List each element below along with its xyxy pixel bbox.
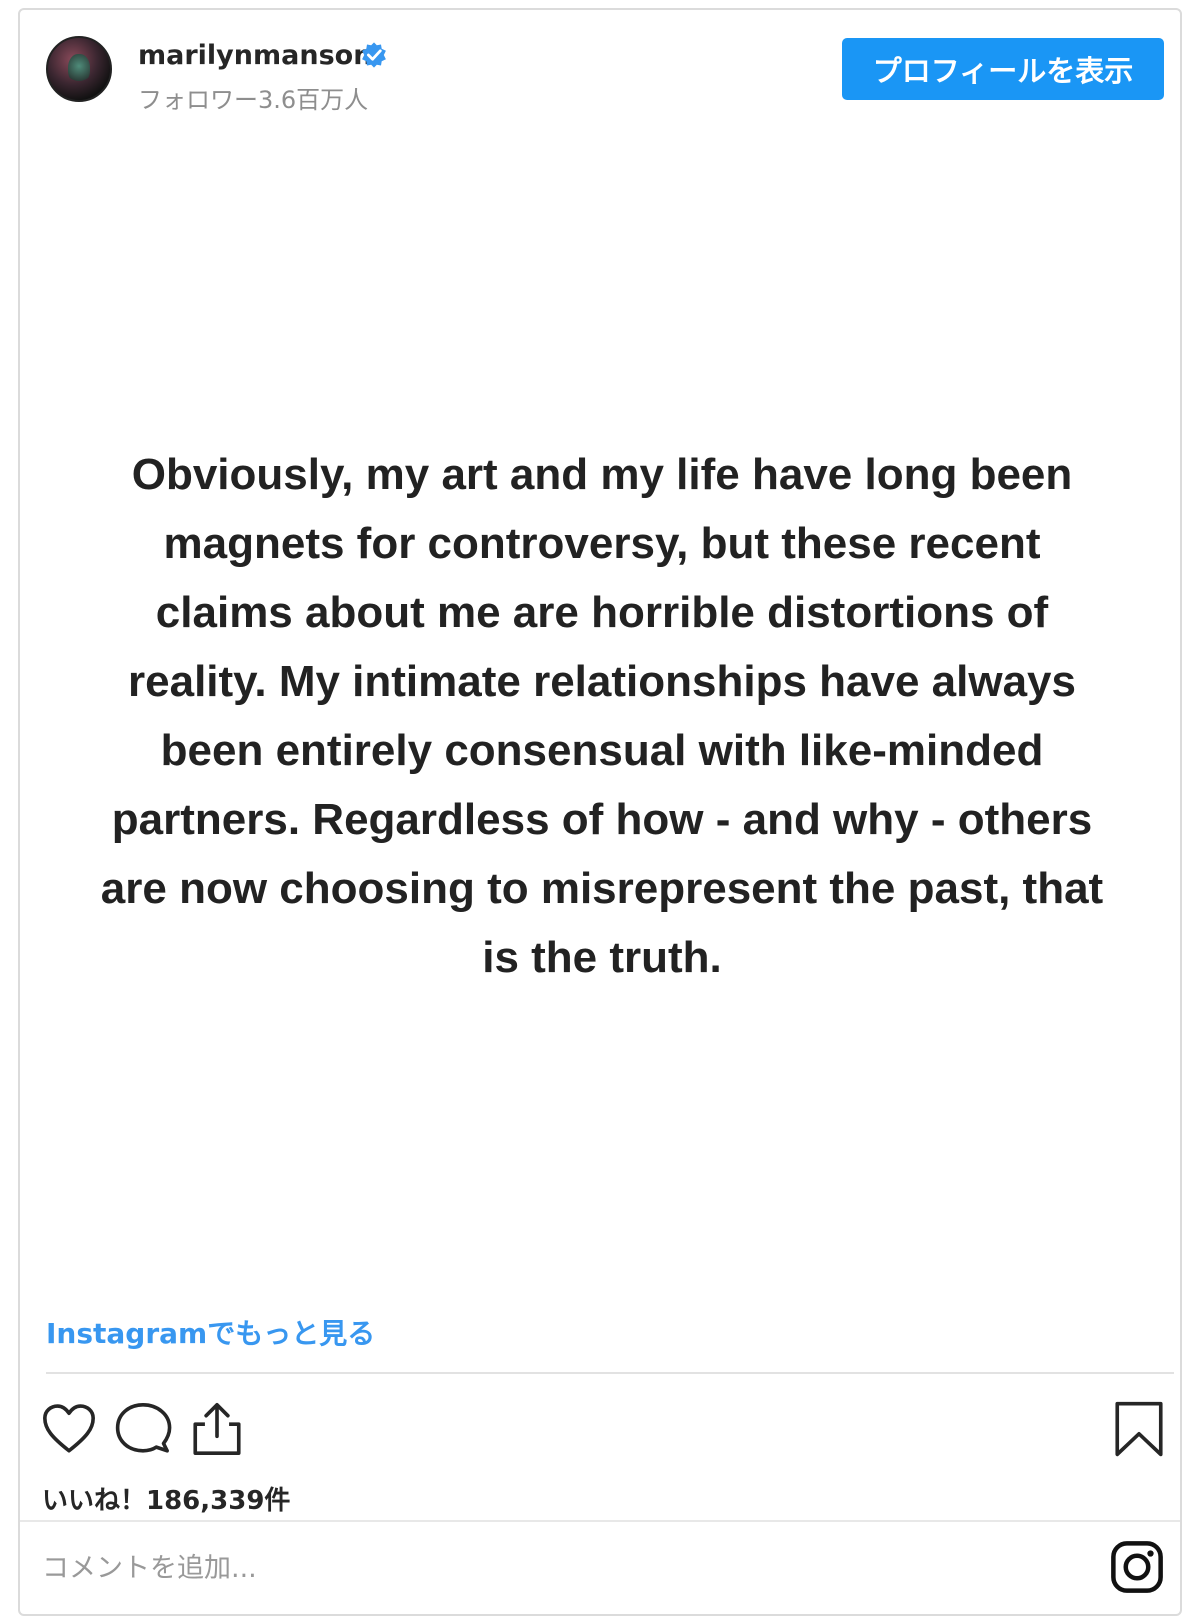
post-text-line: Obviously, my art and my life have long … bbox=[131, 450, 1073, 499]
like-count[interactable]: いいね！186,339件 bbox=[42, 1480, 290, 1517]
bookmark-icon[interactable] bbox=[1110, 1400, 1168, 1458]
post-text-line: are now choosing to misrepresent the pas… bbox=[100, 864, 1104, 913]
view-profile-button[interactable]: プロフィールを表示 bbox=[842, 38, 1164, 100]
comment-input[interactable] bbox=[42, 1540, 1062, 1596]
post-text-line: partners. Regardless of how - and why - … bbox=[111, 795, 1093, 844]
comment-icon[interactable] bbox=[114, 1400, 172, 1458]
post-text-line: reality. My intimate relationships have … bbox=[128, 657, 1076, 706]
post-text-line: magnets for controversy, but these recen… bbox=[163, 519, 1041, 568]
more-on-instagram-link[interactable]: Instagramでもっと見る bbox=[46, 1312, 375, 1352]
heart-icon[interactable] bbox=[40, 1400, 98, 1458]
post-text-line: claims about me are horrible distortions… bbox=[155, 588, 1049, 637]
instagram-embed-card: marilynmanson フォロワー3.6百万人 プロフィールを表示 Obvi… bbox=[18, 8, 1182, 1616]
verified-icon bbox=[362, 42, 386, 68]
instagram-icon[interactable] bbox=[1110, 1540, 1164, 1594]
post-text-line: is the truth. bbox=[482, 933, 722, 982]
post-header: marilynmanson フォロワー3.6百万人 プロフィールを表示 bbox=[20, 10, 1180, 120]
post-image-text: Obviously, my art and my life have long … bbox=[26, 440, 1178, 992]
username[interactable]: marilynmanson bbox=[138, 40, 372, 71]
post-text-line: been entirely consensual with like-minde… bbox=[160, 726, 1044, 775]
avatar[interactable] bbox=[46, 36, 112, 102]
share-icon[interactable] bbox=[188, 1400, 246, 1458]
divider bbox=[46, 1372, 1174, 1374]
divider bbox=[20, 1520, 1180, 1522]
follower-count: フォロワー3.6百万人 bbox=[138, 86, 369, 114]
